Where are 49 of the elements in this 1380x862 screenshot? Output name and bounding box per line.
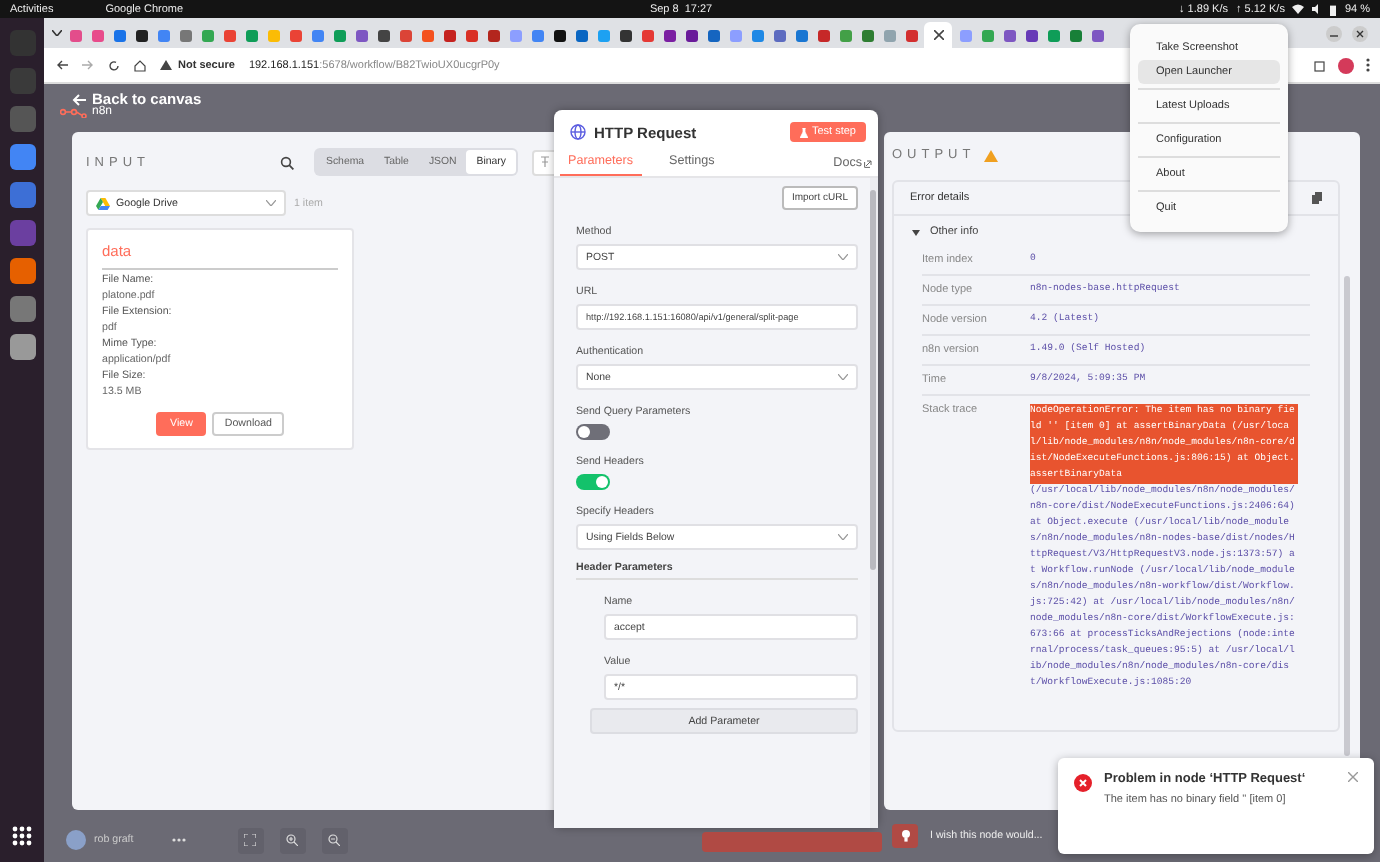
zoom-in-icon[interactable] [286, 834, 299, 846]
app-icon[interactable] [9, 182, 35, 208]
reload-icon[interactable] [108, 59, 120, 71]
user-avatar[interactable] [66, 830, 86, 850]
zoom-out-button[interactable] [321, 827, 348, 853]
wifi-icon[interactable] [1292, 4, 1305, 14]
error-icon [1074, 774, 1092, 792]
fit-view-button[interactable] [237, 827, 264, 853]
toggle-switch[interactable] [576, 474, 610, 490]
warning-icon[interactable] [160, 60, 172, 70]
browser-tab[interactable] [924, 22, 952, 48]
flask-icon[interactable] [799, 127, 808, 137]
puzzle-icon[interactable] [1314, 59, 1326, 71]
chevron-down-icon [838, 374, 848, 380]
app-icon[interactable] [9, 258, 35, 284]
chevron-down-icon [266, 200, 276, 206]
scrollbar[interactable] [870, 178, 878, 828]
minimize-icon[interactable] [1326, 25, 1342, 41]
close-icon[interactable] [933, 30, 943, 40]
forward-arrow-icon[interactable] [82, 60, 94, 70]
close-icon[interactable] [1352, 25, 1368, 41]
caret-icon[interactable] [912, 229, 920, 235]
home-icon[interactable] [134, 59, 146, 71]
lightbulb-icon[interactable] [901, 830, 909, 842]
warning-icon [983, 149, 998, 161]
copy-icon[interactable] [1312, 192, 1322, 204]
app-icon[interactable] [9, 334, 35, 360]
fit-view-icon[interactable] [244, 834, 257, 846]
speaker-icon[interactable] [1312, 4, 1323, 14]
pin-icon[interactable] [540, 156, 550, 168]
logo-icon [60, 106, 88, 118]
profile-avatar[interactable] [1338, 57, 1354, 73]
battery-icon[interactable] [1330, 3, 1337, 15]
lightbulb-button[interactable] [892, 824, 918, 848]
app-icon[interactable] [9, 144, 35, 170]
toggle-switch[interactable] [576, 424, 610, 440]
zoom-in-button[interactable] [279, 827, 306, 853]
zoom-out-icon[interactable] [328, 834, 341, 846]
scrollbar[interactable] [1344, 276, 1350, 756]
app-icon[interactable] [9, 296, 35, 322]
drive-icon [96, 197, 110, 209]
search-icon[interactable] [280, 155, 294, 169]
globe-icon [570, 124, 586, 140]
app-grid-icon[interactable] [12, 826, 32, 846]
back-arrow-icon[interactable] [56, 60, 68, 70]
chevron-down-icon [838, 254, 848, 260]
tab-search-icon[interactable] [52, 30, 62, 36]
external-link-icon[interactable] [864, 159, 872, 167]
chevron-down-icon [838, 534, 848, 540]
